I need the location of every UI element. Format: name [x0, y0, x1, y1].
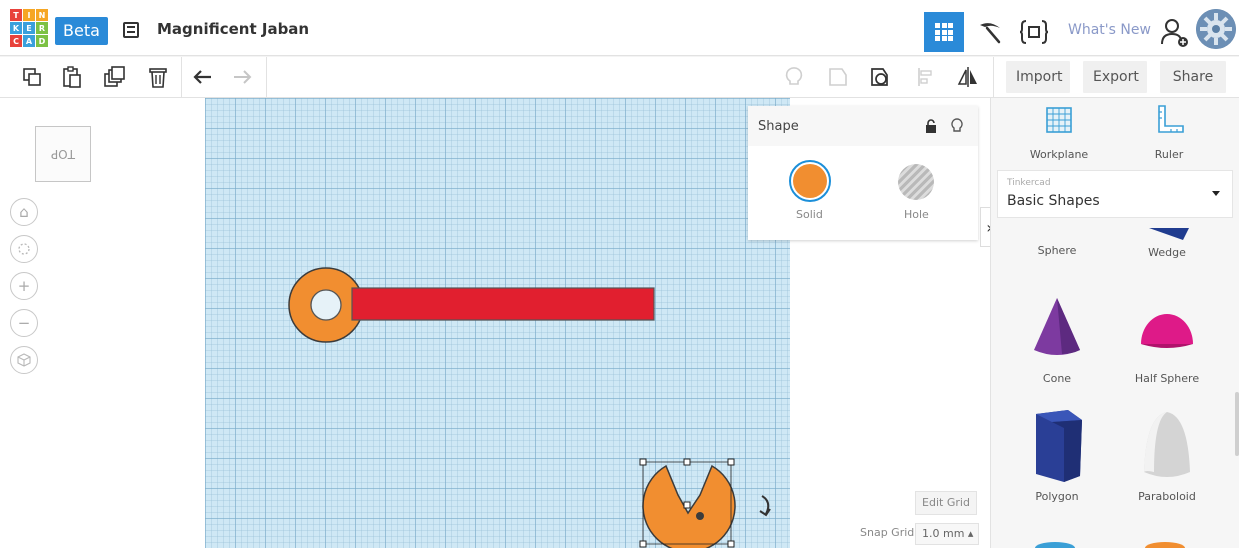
light-bulb-icon[interactable] — [950, 118, 964, 134]
half-sphere-icon — [1141, 314, 1193, 348]
grid-icon — [935, 23, 953, 41]
edit-toolbar: Import Export Share — [0, 57, 1239, 98]
workspace[interactable]: TOP ⌂ + − Shape Solid Hole Edit Grid Sna… — [0, 98, 990, 548]
snap-grid-label: Snap Grid — [860, 526, 915, 539]
shape-name: Paraboloid — [1138, 490, 1196, 503]
snap-grid-select[interactable]: 1.0 mm ▴ — [915, 523, 979, 545]
design-title[interactable]: Magnificent Jaban — [157, 20, 309, 38]
tinkercad-logo[interactable]: TIN KER CAD — [10, 9, 48, 47]
user-avatar[interactable] — [1196, 9, 1236, 49]
mirror-icon[interactable] — [952, 61, 984, 93]
wedge-icon — [1149, 228, 1189, 240]
solid-color-swatch[interactable] — [789, 160, 831, 202]
shape-card-paraboloid[interactable]: Paraboloid — [1112, 408, 1222, 503]
library-scrollbar[interactable] — [1235, 392, 1239, 456]
group-icon[interactable] — [822, 61, 854, 93]
paraboloid-icon — [1144, 412, 1190, 477]
logo-tile: D — [36, 35, 48, 47]
duplicate-icon[interactable] — [98, 61, 130, 93]
shape-name: Half Sphere — [1134, 372, 1200, 385]
cone-icon — [1034, 298, 1080, 355]
design-list-icon[interactable] — [123, 22, 139, 38]
next-shape-peek — [1035, 542, 1075, 548]
polygon-icon — [1036, 410, 1082, 482]
category-source-label: Tinkercad — [1007, 178, 1051, 188]
ruler-icon — [1158, 105, 1184, 133]
whats-new-link[interactable]: What's New — [1068, 22, 1151, 38]
copy-icon[interactable] — [16, 61, 48, 93]
shape-inspector-panel: Shape Solid Hole — [748, 106, 978, 240]
show-all-bulb-icon[interactable] — [778, 61, 810, 93]
beta-badge: Beta — [55, 17, 108, 45]
hole-swatch[interactable] — [898, 164, 934, 200]
align-icon[interactable] — [910, 61, 942, 93]
logo-tile: A — [23, 35, 35, 47]
ruler-label: Ruler — [1154, 148, 1184, 161]
tinkercad-app: TIN KER CAD Beta Magnificent Jaban What's … — [0, 0, 1239, 548]
shape-card-polygon[interactable]: Polygon — [1002, 408, 1112, 503]
chevron-down-icon — [1212, 191, 1220, 196]
import-button[interactable]: Import — [1006, 61, 1070, 93]
ruler-tool[interactable]: Ruler — [1119, 104, 1219, 161]
shape-name: Polygon — [1035, 490, 1079, 503]
shape-card-half-sphere[interactable]: Half Sphere — [1112, 294, 1222, 385]
delete-icon[interactable] — [142, 61, 174, 93]
add-user-icon[interactable] — [1158, 16, 1190, 48]
code-blocks-icon[interactable] — [1016, 12, 1052, 52]
ungroup-icon[interactable] — [864, 61, 896, 93]
shape-card-sphere[interactable]: Sphere — [1002, 244, 1112, 257]
export-button[interactable]: Export — [1083, 61, 1147, 93]
paste-icon[interactable] — [56, 61, 88, 93]
shape-card-wedge[interactable]: Wedge — [1112, 226, 1222, 259]
pickaxe-icon[interactable] — [972, 12, 1008, 52]
share-button[interactable]: Share — [1160, 61, 1226, 93]
redo-icon[interactable] — [226, 61, 258, 93]
logo-tile: K — [10, 22, 22, 34]
category-selected-value: Basic Shapes — [1007, 193, 1100, 209]
shape-name: Wedge — [1148, 246, 1186, 259]
logo-tile: T — [10, 9, 22, 21]
shape-panel-title: Shape — [758, 119, 799, 134]
logo-tile: E — [23, 22, 35, 34]
shape-name: Cone — [1042, 372, 1072, 385]
logo-tile: R — [36, 22, 48, 34]
workplane-label: Workplane — [1029, 148, 1089, 161]
solid-label: Solid — [796, 208, 823, 221]
logo-tile: C — [10, 35, 22, 47]
logo-tile: N — [36, 9, 48, 21]
bar-part[interactable] — [351, 287, 655, 321]
workplane-icon — [1046, 107, 1072, 133]
undo-icon[interactable] — [187, 61, 219, 93]
top-header: TIN KER CAD Beta Magnificent Jaban What's … — [0, 0, 1239, 56]
shapes-library-panel: Workplane Ruler Tinkercad Basic Shapes S… — [990, 98, 1239, 548]
3d-design-view-button[interactable] — [924, 12, 964, 52]
logo-tile: I — [23, 9, 35, 21]
edit-grid-button[interactable]: Edit Grid — [915, 491, 977, 515]
hole-label: Hole — [904, 208, 929, 221]
shape-card-cone[interactable]: Cone — [1002, 294, 1112, 385]
shape-category-dropdown[interactable]: Tinkercad Basic Shapes — [997, 170, 1233, 218]
workplane-tool[interactable]: Workplane — [1009, 104, 1109, 161]
next-shape-peek — [1145, 542, 1185, 548]
lock-icon[interactable] — [924, 119, 938, 133]
wrench-head-part[interactable] — [639, 458, 736, 548]
rotate-handle-icon[interactable] — [759, 495, 771, 517]
shape-name: Sphere — [1037, 244, 1077, 257]
